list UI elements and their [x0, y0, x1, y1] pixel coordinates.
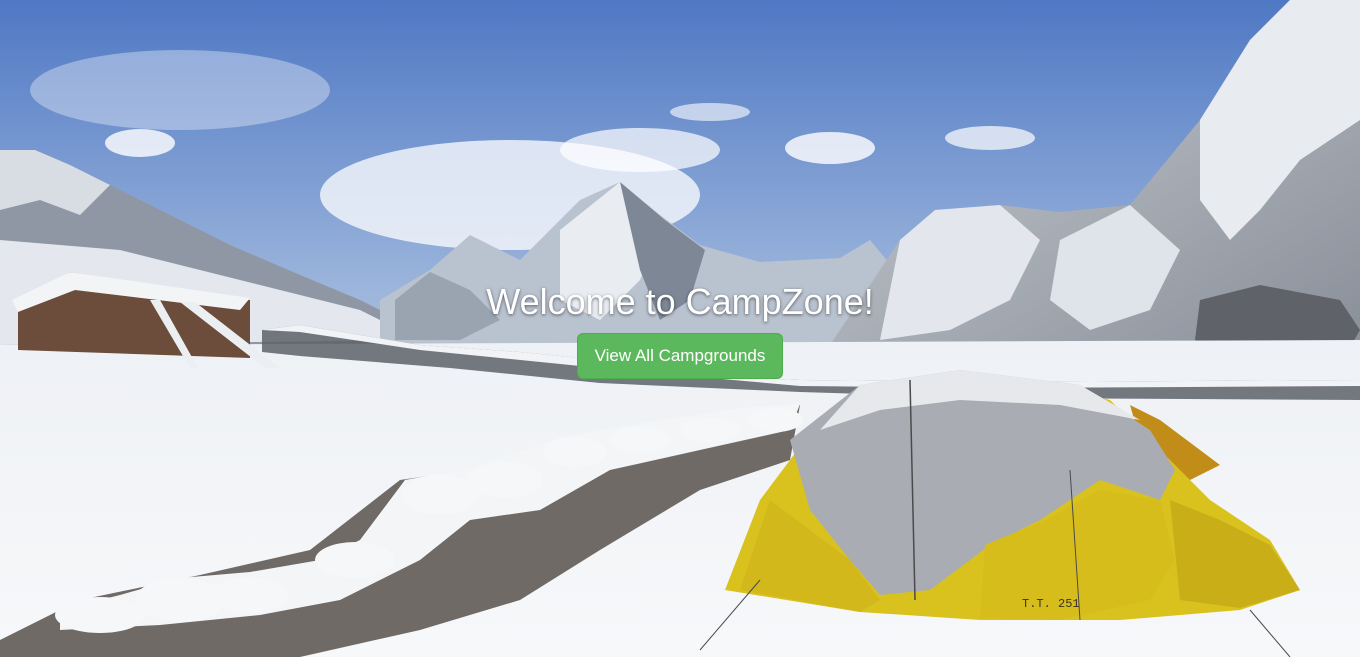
view-all-campgrounds-button[interactable]: View All Campgrounds: [576, 333, 784, 379]
tent-tag-text: T.T. 251: [1022, 597, 1080, 611]
hero-title: Welcome to CampZone!: [486, 281, 874, 322]
hero-section: T.T. 251 Welcome to CampZone! View All C…: [0, 0, 1360, 657]
hero-content: Welcome to CampZone! View All Campground…: [0, 280, 1360, 379]
